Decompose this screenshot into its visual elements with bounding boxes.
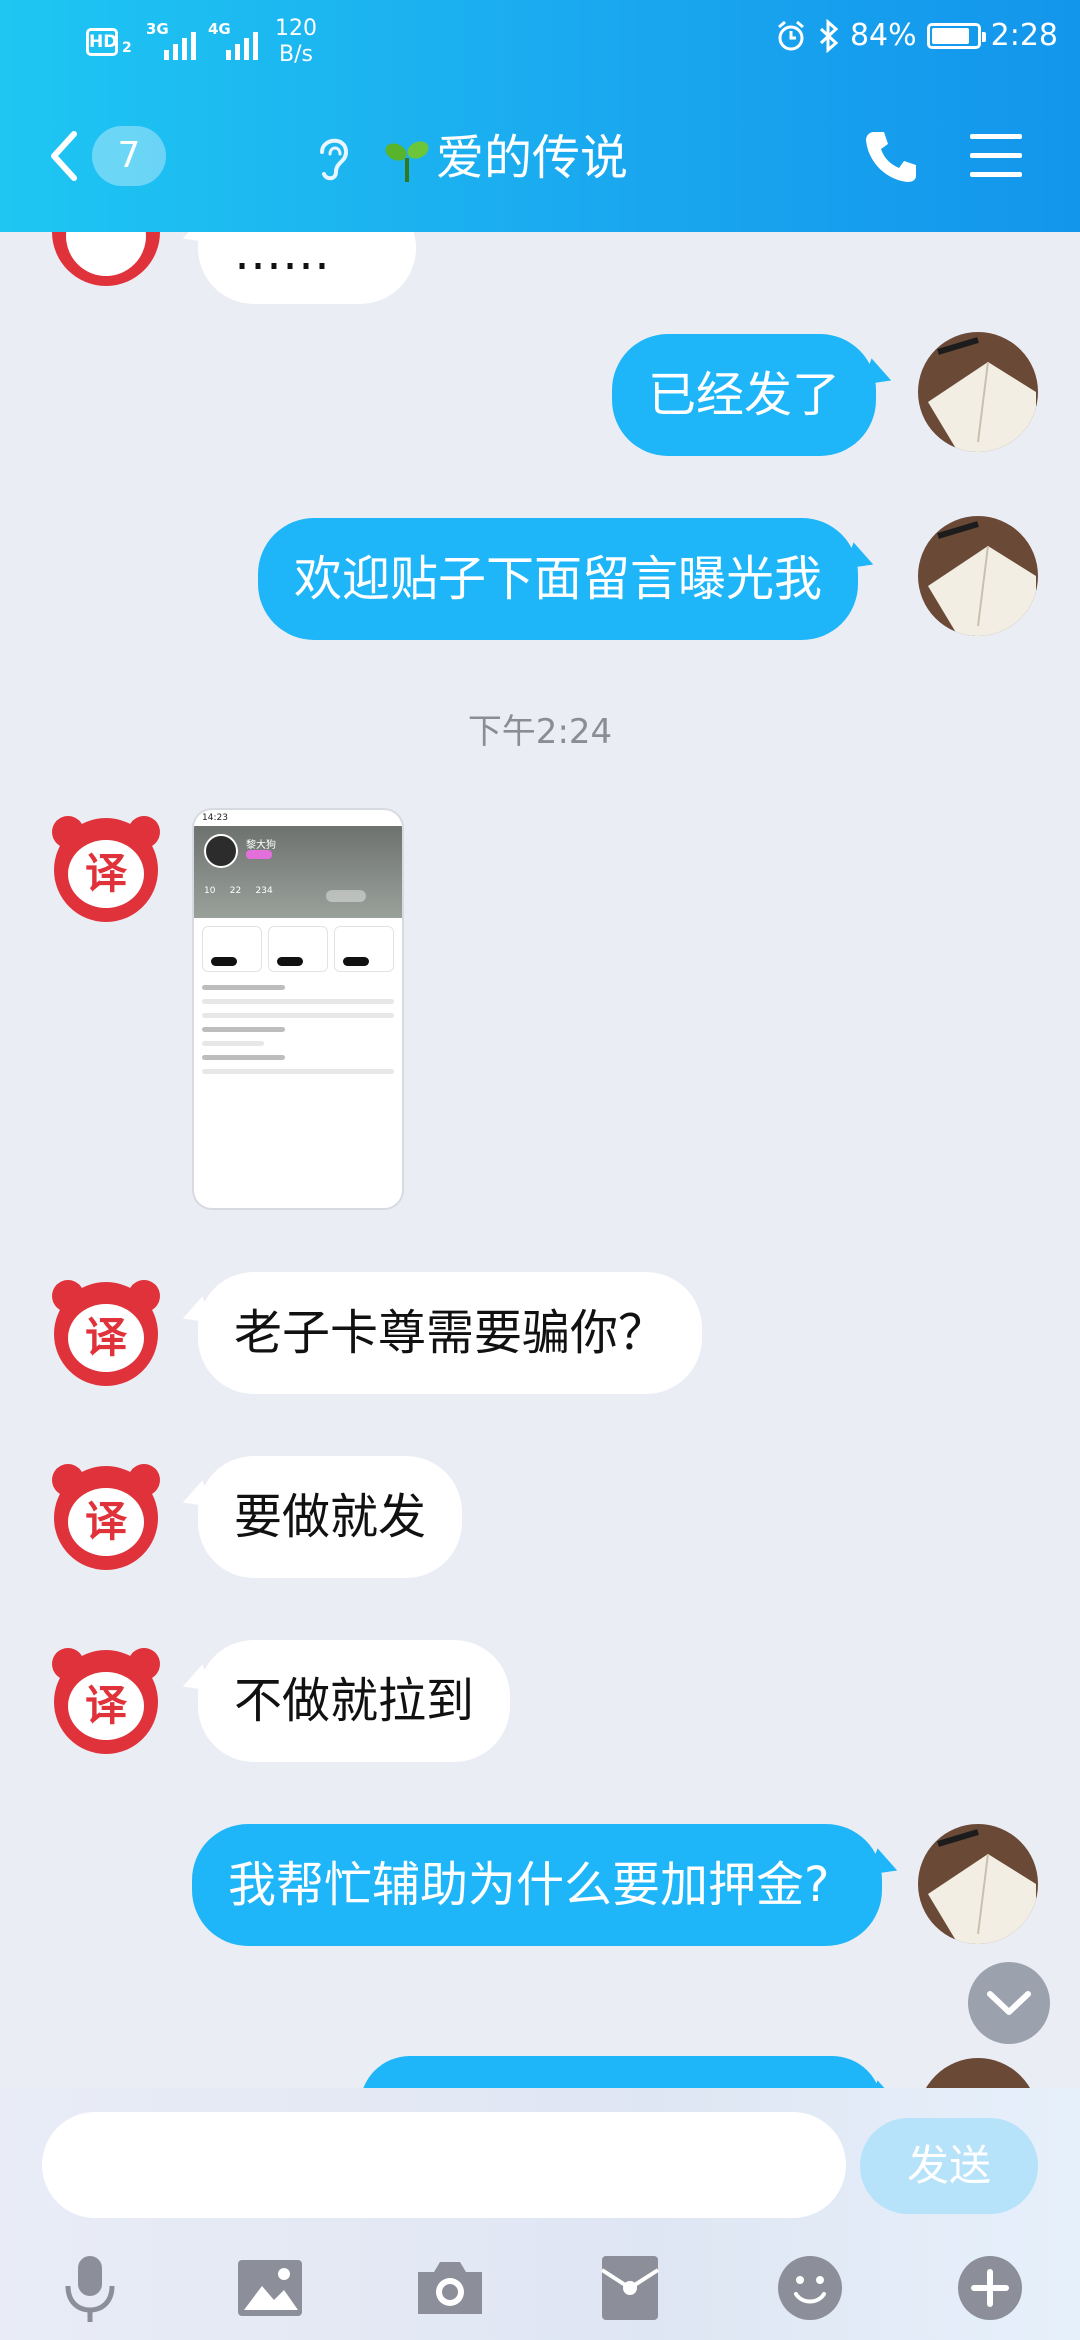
- avatar-glyph: 译: [85, 849, 128, 898]
- my-avatar[interactable]: [918, 332, 1038, 452]
- image-card: [202, 926, 262, 972]
- microphone-icon[interactable]: [54, 2252, 126, 2324]
- timestamp: 下午2:24: [467, 712, 613, 752]
- image-card: [268, 926, 328, 972]
- my-avatar[interactable]: [918, 1824, 1038, 1944]
- avatar-glyph: 译: [85, 1681, 128, 1730]
- chat-title[interactable]: 爱的传说: [436, 126, 628, 190]
- back-icon[interactable]: [44, 126, 88, 186]
- unread-count-badge[interactable]: 7: [92, 126, 166, 186]
- image-text-line: [202, 999, 394, 1004]
- incoming-message[interactable]: 老子卡尊需要骗你？: [198, 1272, 703, 1394]
- alarm-icon: [777, 20, 804, 50]
- image-profile-tag: [246, 850, 272, 859]
- outgoing-message[interactable]: 我帮忙辅助为什么要加押金?: [192, 1824, 882, 1946]
- phone-icon[interactable]: [862, 126, 918, 186]
- status-bar: HD 2 3G 4G 120 B/s 84% 2:28: [0, 14, 1080, 74]
- sprout-icon: [385, 141, 429, 182]
- battery-icon: [926, 22, 986, 49]
- contact-avatar[interactable]: 译: [50, 1276, 162, 1388]
- incoming-message[interactable]: 不做就拉到: [198, 1640, 511, 1762]
- contact-avatar[interactable]: 译: [50, 812, 162, 924]
- image-cards: [194, 918, 402, 976]
- contact-avatar[interactable]: 译: [50, 1460, 162, 1572]
- image-card: [334, 926, 394, 972]
- speed-value: 120: [275, 16, 317, 41]
- book-avatar-image: [918, 516, 1038, 636]
- red-packet-icon[interactable]: [594, 2252, 666, 2324]
- outgoing-message-partial[interactable]: [360, 2056, 882, 2088]
- my-avatar[interactable]: [918, 516, 1038, 636]
- book-avatar-image: [918, 2058, 1038, 2088]
- top-bar: HD 2 3G 4G 120 B/s 84% 2:28 7 爱的传说: [0, 0, 1080, 232]
- outgoing-message[interactable]: 已经发了: [612, 334, 877, 456]
- contact-avatar[interactable]: [50, 232, 162, 288]
- input-toolbar: [0, 2244, 1080, 2334]
- image-text-line: [202, 1027, 286, 1032]
- hd-index: 2: [122, 40, 132, 56]
- image-stat: 10: [204, 886, 216, 896]
- image-text-line: [202, 985, 286, 990]
- image-profile-name: 黎大狗: [246, 840, 276, 851]
- avatar-glyph: 译: [85, 1313, 128, 1362]
- image-profile-header: 黎大狗 10 22 234: [194, 826, 402, 918]
- message-input[interactable]: [42, 2112, 846, 2218]
- signal-icon-2: [226, 24, 258, 60]
- chat-header: 7 爱的传说: [0, 118, 1080, 198]
- image-profile-avatar: [204, 834, 238, 868]
- input-bar: 发送: [0, 2088, 1080, 2340]
- image-profile-stats: 10 22 234: [204, 886, 273, 896]
- book-avatar-image: [918, 1824, 1038, 1944]
- image-stat: 234: [255, 886, 273, 896]
- image-text-line: [202, 1041, 265, 1046]
- avatar-glyph: 译: [85, 1497, 128, 1546]
- outgoing-message[interactable]: 欢迎贴子下面留言曝光我: [258, 518, 859, 640]
- status-right: 84% 2:28: [774, 18, 1058, 53]
- contact-avatar[interactable]: 译: [50, 1644, 162, 1756]
- network-speed: 120 B/s: [275, 16, 317, 68]
- send-button[interactable]: 发送: [860, 2118, 1038, 2214]
- image-message[interactable]: 14:23 黎大狗 10 22 234: [192, 808, 404, 1210]
- plus-icon[interactable]: [954, 2252, 1026, 2324]
- image-text-line: [202, 1055, 286, 1060]
- scroll-down-icon[interactable]: [968, 1962, 1050, 2044]
- image-stat: 22: [229, 886, 242, 896]
- image-text-line: [202, 1069, 394, 1074]
- hd-badge: HD: [86, 28, 118, 56]
- signal-icon-1: [164, 24, 196, 60]
- incoming-message[interactable]: 要做就发: [198, 1456, 463, 1578]
- message-list[interactable]: …… 已经发了 欢迎贴子下面留言曝光我 下午2:24 译 14:23 黎大狗 1…: [0, 232, 1080, 2088]
- speed-unit: B/s: [279, 42, 313, 67]
- menu-icon[interactable]: [968, 128, 1024, 184]
- emoji-icon[interactable]: [774, 2252, 846, 2324]
- image-edit-button: [326, 890, 366, 902]
- battery-percent: 84%: [849, 18, 917, 53]
- book-avatar-image: [918, 332, 1038, 452]
- ear-icon[interactable]: [312, 132, 352, 184]
- image-text-line: [202, 1013, 394, 1018]
- clock: 2:28: [990, 18, 1058, 53]
- bluetooth-icon: [819, 18, 839, 53]
- my-avatar[interactable]: [918, 2058, 1038, 2088]
- camera-icon[interactable]: [414, 2252, 486, 2324]
- battery-fill: [931, 27, 969, 44]
- image-status-time: 14:23: [202, 813, 228, 823]
- incoming-message-partial[interactable]: ……: [198, 232, 416, 304]
- image-icon[interactable]: [234, 2252, 306, 2324]
